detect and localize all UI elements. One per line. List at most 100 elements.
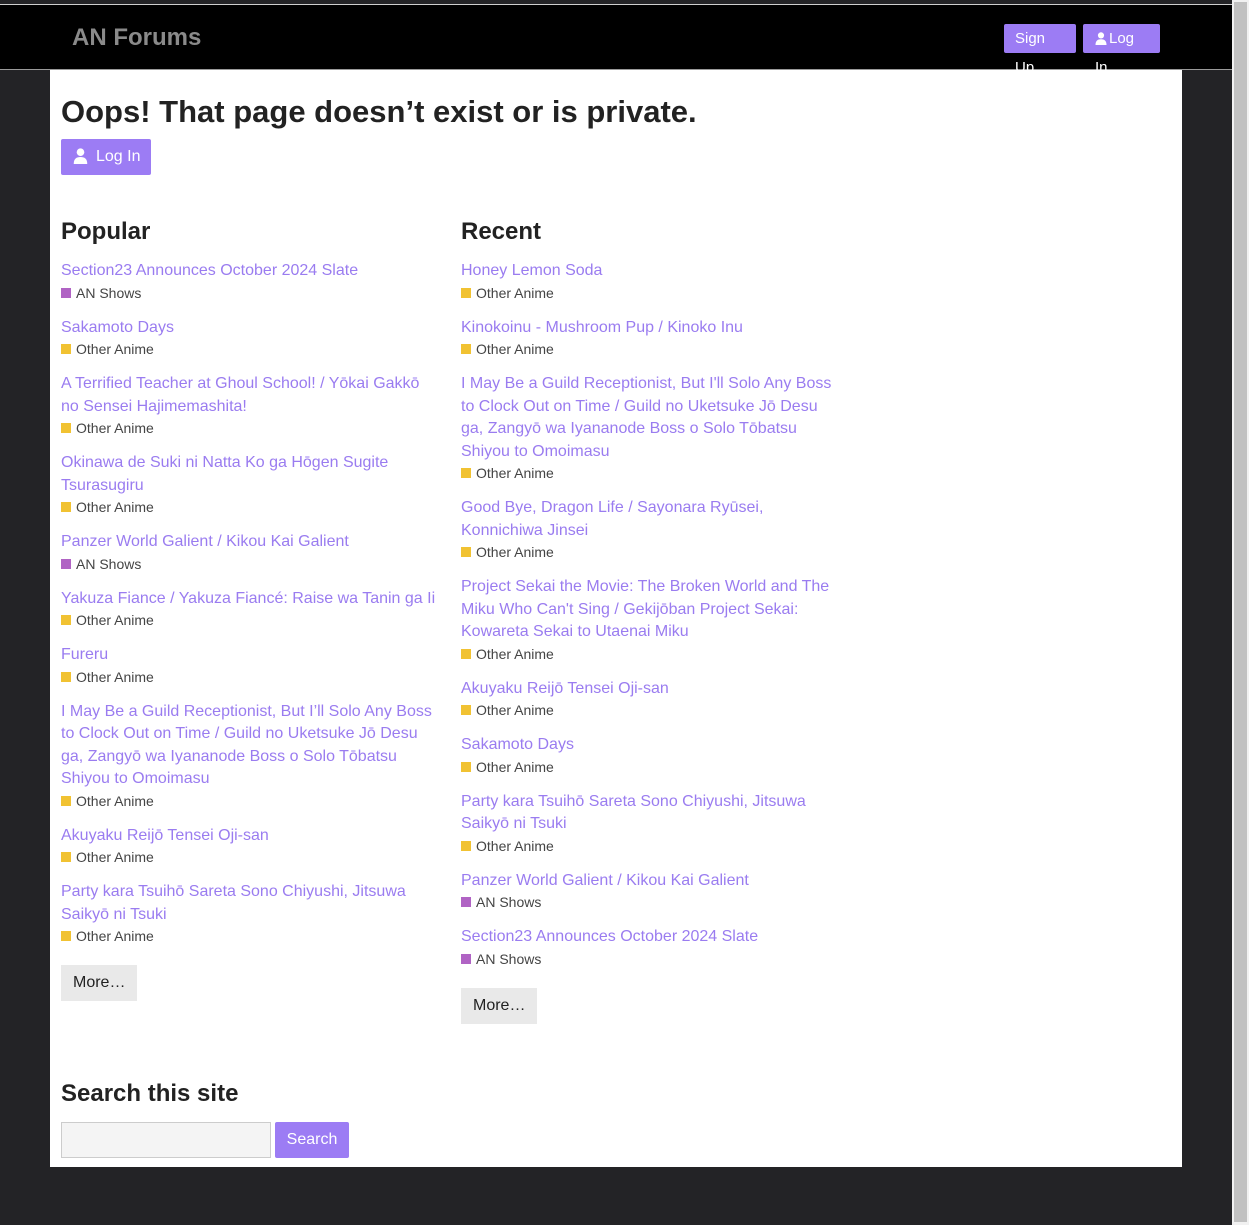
category-badge[interactable]: AN Shows <box>461 892 841 912</box>
topic-list-item: Akuyaku Reijō Tensei Oji-san Other Anime <box>61 825 441 868</box>
category-label: Other Anime <box>76 792 154 809</box>
category-badge[interactable]: Other Anime <box>461 700 841 720</box>
category-badge[interactable]: Other Anime <box>461 283 841 303</box>
topic-link[interactable]: Kinokoinu - Mushroom Pup / Kinoko Inu <box>461 317 841 340</box>
topic-link[interactable]: A Terrified Teacher at Ghoul School! / Y… <box>61 373 441 418</box>
category-color-icon <box>61 344 71 354</box>
log-in-button[interactable]: Log In <box>61 139 151 175</box>
topic-list-item: Okinawa de Suki ni Natta Ko ga Hōgen Sug… <box>61 452 441 517</box>
topic-link[interactable]: Akuyaku Reijō Tensei Oji-san <box>461 678 841 701</box>
category-label: Other Anime <box>476 758 554 775</box>
category-badge[interactable]: Other Anime <box>61 926 441 946</box>
topic-list-item: Section23 Announces October 2024 Slate AN… <box>61 260 441 303</box>
category-badge[interactable]: Other Anime <box>461 644 841 664</box>
header-log-in-button[interactable]: Log In <box>1083 24 1160 76</box>
category-color-icon <box>61 423 71 433</box>
topic-list-item: Kinokoinu - Mushroom Pup / Kinoko Inu Oth… <box>461 317 841 360</box>
topic-link[interactable]: Okinawa de Suki ni Natta Ko ga Hōgen Sug… <box>61 452 441 497</box>
topic-link[interactable]: Project Sekai the Movie: The Broken Worl… <box>461 576 841 644</box>
search-button[interactable]: Search <box>275 1122 349 1158</box>
topic-list-item: Honey Lemon Soda Other Anime <box>461 260 841 303</box>
category-color-icon <box>61 615 71 625</box>
category-label: Other Anime <box>476 645 554 662</box>
recent-more-button[interactable]: More… <box>461 987 538 1024</box>
scrollbar-thumb[interactable] <box>1234 2 1247 1222</box>
category-label: AN Shows <box>476 894 542 910</box>
recent-heading: Recent <box>461 218 542 245</box>
recent-topics: Recent Honey Lemon Soda Other Anime Kinoko… <box>461 218 841 1024</box>
topic-link[interactable]: Akuyaku Reijō Tensei Oji-san <box>61 825 441 848</box>
category-color-icon <box>61 558 71 569</box>
topic-link[interactable]: Sakamoto Days <box>61 317 441 340</box>
search-input[interactable] <box>61 1122 271 1158</box>
category-badge[interactable]: Other Anime <box>61 339 441 359</box>
sign-up-button[interactable]: Sign Up <box>1004 24 1076 76</box>
topic-list-item: I May Be a Guild Receptionist, But I’ll … <box>61 701 441 811</box>
category-badge[interactable]: AN Shows <box>61 554 441 574</box>
category-color-icon <box>61 852 71 862</box>
category-color-icon <box>461 547 471 557</box>
topic-link[interactable]: Party kara Tsuihō Sareta Sono Chiyushi, … <box>61 881 441 926</box>
category-badge[interactable]: Other Anime <box>61 610 441 630</box>
category-badge[interactable]: Other Anime <box>61 847 441 867</box>
topic-link[interactable]: Panzer World Galient / Kikou Kai Galient <box>461 870 841 893</box>
topic-link[interactable]: Party kara Tsuihō Sareta Sono Chiyushi, … <box>461 791 841 836</box>
user-icon <box>1095 30 1109 47</box>
topic-link[interactable]: Section23 Announces October 2024 Slate <box>461 926 841 949</box>
category-color-icon <box>61 287 71 298</box>
category-label: Other Anime <box>476 341 554 357</box>
topic-list-item: Party kara Tsuihō Sareta Sono Chiyushi, … <box>61 881 441 946</box>
topic-link[interactable]: Section23 Announces October 2024 Slate <box>61 260 441 283</box>
topic-list-item: Good Bye, Dragon Life / Sayonara Ryūsei,… <box>461 497 841 562</box>
category-color-icon <box>461 761 471 772</box>
category-badge[interactable]: Other Anime <box>461 757 841 777</box>
popular-more-button[interactable]: More… <box>61 965 138 1001</box>
category-label: Other Anime <box>76 612 154 628</box>
topic-list-item: Sakamoto Days Other Anime <box>61 317 441 360</box>
category-label: Other Anime <box>476 465 554 481</box>
topic-link[interactable]: Honey Lemon Soda <box>461 260 841 283</box>
category-color-icon <box>461 344 471 354</box>
topic-link[interactable]: Sakamoto Days <box>461 734 841 757</box>
recent-topic-list: Honey Lemon Soda Other Anime Kinokoinu - M… <box>461 260 841 969</box>
popular-topic-list: Section23 Announces October 2024 Slate AN… <box>61 260 441 946</box>
category-badge[interactable]: Other Anime <box>61 667 441 687</box>
category-color-icon <box>461 897 471 907</box>
category-badge[interactable]: Other Anime <box>461 463 841 483</box>
topic-list-item: Fureru Other Anime <box>61 644 441 687</box>
topic-list-item: A Terrified Teacher at Ghoul School! / Y… <box>61 373 441 438</box>
category-color-icon <box>461 840 471 851</box>
popular-topics: Popular Section23 Announces October 2024… <box>61 218 441 1001</box>
category-color-icon <box>461 705 471 715</box>
topic-link[interactable]: I May Be a Guild Receptionist, But I'll … <box>461 373 841 463</box>
topic-link[interactable]: Good Bye, Dragon Life / Sayonara Ryūsei,… <box>461 497 841 542</box>
category-label: AN Shows <box>476 950 542 967</box>
category-color-icon <box>461 287 471 298</box>
category-badge[interactable]: AN Shows <box>461 949 841 969</box>
topic-link[interactable]: I May Be a Guild Receptionist, But I’ll … <box>61 701 441 791</box>
category-color-icon <box>461 953 471 964</box>
topic-link[interactable]: Panzer World Galient / Kikou Kai Galient <box>61 531 441 554</box>
topic-list-item: I May Be a Guild Receptionist, But I'll … <box>461 373 841 483</box>
category-badge[interactable]: Other Anime <box>61 418 441 438</box>
topic-link[interactable]: Fureru <box>61 644 441 667</box>
topic-link[interactable]: Yakuza Fiance / Yakuza Fiancé: Raise wa … <box>61 588 441 611</box>
category-badge[interactable]: Other Anime <box>61 497 441 517</box>
category-badge[interactable]: Other Anime <box>61 791 441 811</box>
user-icon <box>73 148 96 165</box>
category-badge[interactable]: AN Shows <box>61 283 441 303</box>
topic-list-item: Yakuza Fiance / Yakuza Fiancé: Raise wa … <box>61 588 441 631</box>
site-header: AN Forums Sign Up Log In <box>0 5 1232 76</box>
category-badge[interactable]: Other Anime <box>461 836 841 856</box>
vertical-scrollbar[interactable] <box>1232 0 1249 1225</box>
category-color-icon <box>461 648 471 659</box>
popular-heading: Popular <box>61 218 151 245</box>
category-label: Other Anime <box>76 849 154 865</box>
category-color-icon <box>61 795 71 806</box>
category-badge[interactable]: Other Anime <box>461 542 841 562</box>
category-color-icon <box>61 502 71 512</box>
site-title[interactable]: AN Forums <box>72 24 201 52</box>
category-badge[interactable]: Other Anime <box>461 339 841 359</box>
category-label: Other Anime <box>476 284 554 301</box>
topic-list-item: Panzer World Galient / Kikou Kai Galient… <box>61 531 441 574</box>
